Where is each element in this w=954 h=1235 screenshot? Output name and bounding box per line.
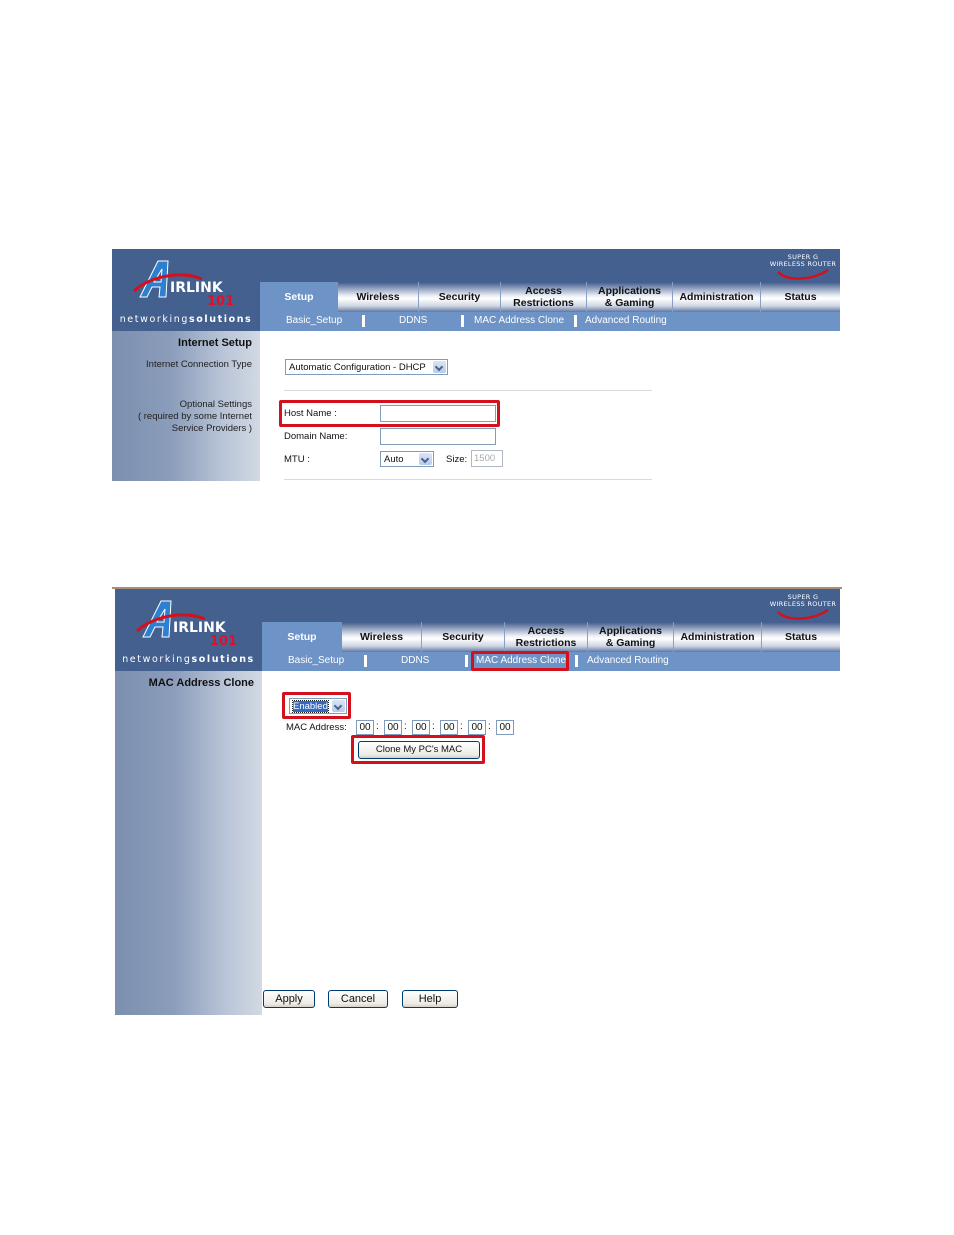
sidebar: MAC Address Clone — [115, 671, 262, 1015]
tagline-part-2: solutions — [191, 654, 255, 665]
connection-type-select[interactable]: Automatic Configuration - DHCP — [285, 359, 448, 375]
tab-administration[interactable]: Administration — [674, 622, 762, 652]
content-area: Enabled MAC Address: 00 : 00 : 00 : 00 :… — [262, 671, 840, 1015]
sidebar: Internet Setup Internet Connection Type … — [112, 331, 260, 481]
subnav-ddns[interactable]: DDNS — [399, 315, 427, 326]
mac-address-fields: 00 : 00 : 00 : 00 : 00 : 00 — [356, 720, 516, 736]
mtu-value: Auto — [384, 454, 404, 465]
tab-status[interactable]: Status — [761, 282, 840, 312]
tab-applications-gaming[interactable]: Applications & Gaming — [587, 282, 673, 312]
highlight-box-mac-clone-link — [471, 651, 569, 671]
mac-octet-input[interactable]: 00 — [356, 720, 374, 735]
connection-type-label: Internet Connection Type — [146, 359, 252, 370]
highlight-box-clone-button — [351, 735, 485, 764]
logo-area: IRLINK 101 networkingsolutions — [115, 589, 262, 671]
mac-octet-input[interactable]: 00 — [440, 720, 458, 735]
main-tabs: Setup Wireless Security Access Restricti… — [262, 622, 840, 652]
sub-navigation: Basic_Setup DDNS MAC Address Clone Advan… — [262, 651, 840, 671]
mtu-select[interactable]: Auto — [380, 451, 434, 467]
badge-line-2: WIRELESS ROUTER — [769, 260, 837, 268]
section-title: Internet Setup — [178, 337, 252, 349]
subnav-separator — [575, 655, 578, 667]
subnav-mac-address-clone[interactable]: MAC Address Clone — [474, 315, 564, 326]
colon-separator: : — [488, 721, 491, 732]
section-title: MAC Address Clone — [148, 677, 254, 689]
logo-area: IRLINK 101 networkingsolutions — [112, 249, 260, 331]
subnav-advanced-routing[interactable]: Advanced Routing — [585, 315, 667, 326]
tab-security[interactable]: Security — [419, 282, 501, 312]
domain-name-input[interactable] — [380, 428, 496, 445]
divider — [284, 479, 652, 480]
divider — [284, 390, 652, 391]
highlight-box-host-name — [279, 400, 500, 427]
optional-settings-label: Optional Settings — [179, 399, 252, 410]
sub-navigation: Basic_Setup DDNS MAC Address Clone Advan… — [260, 312, 840, 331]
subnav-separator — [362, 315, 365, 327]
logo-tagline: networkingsolutions — [115, 654, 262, 665]
size-label: Size: — [446, 454, 468, 465]
logo-number: 101 — [210, 634, 237, 649]
subnav-ddns[interactable]: DDNS — [401, 655, 429, 666]
subnav-separator — [465, 655, 468, 667]
chevron-down-icon[interactable] — [433, 361, 446, 373]
logo-number: 101 — [207, 294, 234, 309]
apply-button[interactable]: Apply — [263, 990, 315, 1008]
chevron-down-icon[interactable] — [419, 453, 432, 465]
tab-access-restrictions[interactable]: Access Restrictions — [505, 622, 588, 652]
mac-octet-input[interactable]: 00 — [496, 720, 514, 735]
colon-separator: : — [404, 721, 407, 732]
tab-applications-gaming[interactable]: Applications & Gaming — [588, 622, 674, 652]
help-button[interactable]: Help — [402, 990, 458, 1008]
airlink-logo-icon: IRLINK 101 — [136, 600, 237, 649]
subnav-basic-setup[interactable]: Basic_Setup — [286, 315, 342, 326]
main-tabs: Setup Wireless Security Access Restricti… — [260, 282, 840, 312]
mtu-size-input[interactable]: 1500 — [471, 450, 503, 467]
colon-separator: : — [432, 721, 435, 732]
mac-octet-input[interactable]: 00 — [468, 720, 486, 735]
tab-wireless[interactable]: Wireless — [338, 282, 419, 312]
mac-octet-input[interactable]: 00 — [384, 720, 402, 735]
cancel-button[interactable]: Cancel — [328, 990, 388, 1008]
subnav-basic-setup[interactable]: Basic_Setup — [288, 655, 344, 666]
tab-security[interactable]: Security — [422, 622, 505, 652]
router-screenshot-basic-setup: IRLINK 101 networkingsolutions SUPER G W… — [112, 249, 840, 481]
content-area: Automatic Configuration - DHCP Host Name… — [260, 331, 840, 481]
domain-name-label: Domain Name: — [284, 431, 348, 442]
logo-tagline: networkingsolutions — [112, 314, 260, 325]
subnav-separator — [461, 315, 464, 327]
subnav-separator — [364, 655, 367, 667]
tab-administration[interactable]: Administration — [673, 282, 761, 312]
mtu-label: MTU : — [284, 454, 310, 465]
tab-access-restrictions[interactable]: Access Restrictions — [501, 282, 587, 312]
tab-wireless[interactable]: Wireless — [342, 622, 422, 652]
optional-settings-note-1: ( required by some Internet — [137, 411, 252, 422]
subnav-advanced-routing[interactable]: Advanced Routing — [587, 655, 669, 666]
tagline-part-1: networking — [119, 314, 189, 325]
colon-separator: : — [460, 721, 463, 732]
tagline-part-1: networking — [122, 654, 192, 665]
mac-address-label: MAC Address: — [286, 722, 347, 733]
subnav-separator — [574, 315, 577, 327]
mac-octet-input[interactable]: 00 — [412, 720, 430, 735]
router-screenshot-mac-clone: IRLINK 101 networkingsolutions SUPER G W… — [112, 587, 842, 1015]
badge-line-2: WIRELESS ROUTER — [769, 600, 837, 608]
tab-setup[interactable]: Setup — [262, 622, 342, 652]
tab-status[interactable]: Status — [762, 622, 840, 652]
optional-settings-note-2: Service Providers ) — [171, 423, 252, 434]
tab-setup[interactable]: Setup — [260, 282, 338, 312]
connection-type-value: Automatic Configuration - DHCP — [289, 362, 426, 373]
airlink-logo-icon: IRLINK 101 — [133, 260, 234, 309]
tagline-part-2: solutions — [188, 314, 253, 325]
colon-separator: : — [376, 721, 379, 732]
highlight-box-enabled-select — [282, 692, 351, 719]
